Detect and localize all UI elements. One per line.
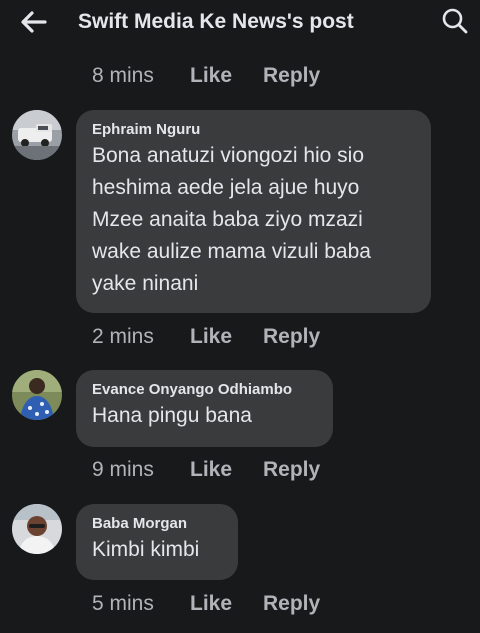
back-arrow-icon xyxy=(21,11,47,33)
page-title: Swift Media Ke News's post xyxy=(78,10,354,33)
comment-author[interactable]: Ephraim Nguru xyxy=(92,120,415,140)
avatar[interactable] xyxy=(12,504,62,554)
comment-actions: 2 mins Like Reply xyxy=(92,324,320,350)
comment-actions: 8 mins Like Reply xyxy=(92,63,320,89)
comment-actions: 5 mins Like Reply xyxy=(92,591,320,617)
comment-author[interactable]: Evance Onyango Odhiambo xyxy=(92,380,317,400)
comment-bubble[interactable]: Ephraim Nguru Bona anatuzi viongozi hio … xyxy=(76,110,431,313)
comment-author[interactable]: Baba Morgan xyxy=(92,514,222,534)
like-button[interactable]: Like xyxy=(190,64,263,88)
comment-timestamp: 5 mins xyxy=(92,592,154,615)
reply-button[interactable]: Reply xyxy=(263,325,320,349)
comment-timestamp: 9 mins xyxy=(92,458,154,481)
search-button[interactable] xyxy=(440,6,470,36)
avatar[interactable] xyxy=(12,370,62,420)
comment-actions: 9 mins Like Reply xyxy=(92,457,320,483)
comment-timestamp: 2 mins xyxy=(92,325,154,348)
comment-timestamp: 8 mins xyxy=(92,64,154,87)
top-bar: Swift Media Ke News's post xyxy=(0,0,480,44)
like-button[interactable]: Like xyxy=(190,592,263,616)
like-button[interactable]: Like xyxy=(190,325,263,349)
back-button[interactable] xyxy=(18,8,48,36)
comment-text: Bona anatuzi viongozi hio sio heshima ae… xyxy=(92,144,371,295)
reply-button[interactable]: Reply xyxy=(263,592,320,616)
comment-text: Hana pingu bana xyxy=(92,404,252,427)
like-button[interactable]: Like xyxy=(190,458,263,482)
search-icon xyxy=(442,8,468,34)
avatar[interactable] xyxy=(12,110,62,160)
comment-text: Kimbi kimbi xyxy=(92,538,200,561)
reply-button[interactable]: Reply xyxy=(263,64,320,88)
comment-bubble[interactable]: Evance Onyango Odhiambo Hana pingu bana xyxy=(76,370,333,447)
reply-button[interactable]: Reply xyxy=(263,458,320,482)
comment-bubble[interactable]: Baba Morgan Kimbi kimbi xyxy=(76,504,238,580)
